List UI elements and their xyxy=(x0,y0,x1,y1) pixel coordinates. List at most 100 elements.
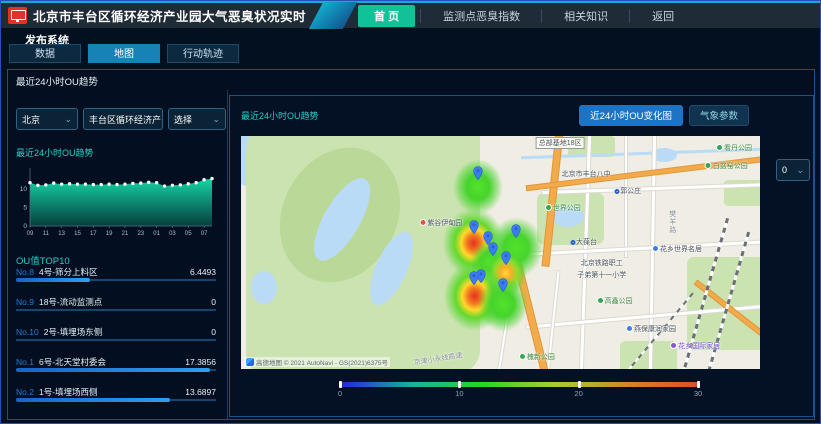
chevron-down-icon: ⌄ xyxy=(64,114,72,125)
map-attribution-text: 高德地图 © 2021 AutoNavi - GS(2021)6375号 xyxy=(256,357,388,367)
map-pin-icon[interactable] xyxy=(473,166,483,180)
chevron-down-icon: ⌄ xyxy=(796,165,804,176)
map-pin-icon[interactable] xyxy=(501,251,511,265)
row-rank: No.1 xyxy=(16,357,34,367)
legend-mark xyxy=(458,381,461,388)
chevron-down-icon: ⌄ xyxy=(212,114,220,125)
map-button-1[interactable]: 近24小时OU变化图 xyxy=(579,105,683,126)
ou-top-list: No.84号-筛分上料区6.4493No.918号-流动监测点0No.102号-… xyxy=(16,266,216,416)
row-name: 1号-填埋场西侧 xyxy=(39,386,185,398)
row-bar-fill xyxy=(16,278,90,282)
legend-mark xyxy=(578,381,581,388)
metro-icon xyxy=(614,189,619,194)
nav-accent-shape xyxy=(309,2,357,29)
app-logo-icon xyxy=(8,7,27,24)
poi-purple-icon xyxy=(670,342,677,349)
map-pin-icon[interactable] xyxy=(469,220,479,234)
filter-select-3[interactable]: 选择⌄ xyxy=(168,108,226,130)
poi-blue-icon xyxy=(626,325,633,332)
nav-item-3[interactable]: 相关知识 xyxy=(548,5,624,27)
filter-select-2[interactable]: 丰台区循环经济产⌄ xyxy=(83,108,163,130)
nav-item-4[interactable]: 返回 xyxy=(636,5,690,27)
map-canvas[interactable]: 总部基地18区看丹公园白盆窑公园北京市丰台八中郭公庄世界公园紫谷伊甸园大葆台北京… xyxy=(241,136,760,369)
map-button-2[interactable]: 气象参数 xyxy=(689,105,749,126)
svg-text:23: 23 xyxy=(137,231,144,237)
svg-text:01: 01 xyxy=(153,231,160,237)
svg-text:15: 15 xyxy=(74,231,81,237)
legend-mark xyxy=(339,381,342,388)
tab-3[interactable]: 行动轨迹 xyxy=(167,44,239,63)
map-panel: 最近24小时OU趋势 近24小时OU变化图气象参数 xyxy=(229,95,814,417)
map-label: 北京市丰台八中 xyxy=(562,169,611,179)
row-rank: No.8 xyxy=(16,267,34,277)
map-street xyxy=(625,136,627,257)
legend-tick-label: 20 xyxy=(574,389,582,398)
map-label: 紫谷伊甸园 xyxy=(419,218,462,228)
trend-area-chart: 0510091113151719212301030507 xyxy=(12,158,218,247)
row-bar-track xyxy=(16,339,216,341)
hour-select-box[interactable]: 0⌄ xyxy=(776,159,810,181)
map-label: 花乡国际家居 xyxy=(670,341,720,351)
map-label: 子弟第十一小学 xyxy=(577,270,626,280)
map-label: 北京铁路职工 xyxy=(581,258,623,268)
row-value: 13.6897 xyxy=(185,387,216,397)
row-rank: No.10 xyxy=(16,327,39,337)
svg-text:11: 11 xyxy=(43,231,50,237)
map-label: 白盆窑公园 xyxy=(705,161,748,171)
map-label: 看丹公园 xyxy=(716,143,752,153)
map-label: 高鑫公园 xyxy=(597,296,633,306)
map-label: 世界公园 xyxy=(545,203,581,213)
map-label: 槐新公园 xyxy=(519,352,555,362)
row-value: 0 xyxy=(211,297,216,307)
legend-tick-label: 10 xyxy=(455,389,463,398)
row-bar-track xyxy=(16,369,216,371)
row-rank: No.2 xyxy=(16,387,34,397)
main-nav: 首 页监测点恶臭指数相关知识返回 xyxy=(352,3,696,28)
svg-text:17: 17 xyxy=(90,231,97,237)
ou-top-list-title: OU值TOP10 xyxy=(16,253,70,267)
tab-2[interactable]: 地图 xyxy=(88,44,160,63)
map-pond xyxy=(251,271,277,304)
nav-item-2[interactable]: 监测点恶臭指数 xyxy=(427,5,536,27)
park-icon xyxy=(597,297,604,304)
svg-text:13: 13 xyxy=(58,231,65,237)
map-label: 郭公庄 xyxy=(614,186,641,196)
map-panel-title: 最近24小时OU趋势 xyxy=(241,109,579,122)
svg-text:07: 07 xyxy=(201,231,208,237)
svg-text:10: 10 xyxy=(20,186,28,193)
top-bar: 北京市丰台区循环经济产业园大气恶臭状况实时 首 页监测点恶臭指数相关知识返回 xyxy=(1,1,820,28)
nav-item-1[interactable]: 首 页 xyxy=(358,5,415,27)
scenic-icon xyxy=(419,219,426,226)
row-name: 2号-填埋场东侧 xyxy=(44,326,212,338)
legend-tick-label: 0 xyxy=(338,389,342,398)
map-pin-icon[interactable] xyxy=(511,224,521,238)
legend-mark xyxy=(697,381,700,388)
map-attribution: 高德地图 © 2021 AutoNavi - GS(2021)6375号 xyxy=(244,357,390,367)
map-pin-icon[interactable] xyxy=(498,278,508,292)
park-icon xyxy=(545,204,552,211)
row-bar-track xyxy=(16,309,216,311)
row-bar-fill xyxy=(16,398,170,402)
top-list-row: No.16号-北天堂村委会17.3856 xyxy=(16,356,216,386)
map-pin-icon[interactable] xyxy=(469,271,479,285)
hour-select[interactable]: 0⌄ xyxy=(776,159,810,181)
ou-color-legend: 0102030 xyxy=(340,382,698,399)
filter-select-1[interactable]: 北京⌄ xyxy=(16,108,78,130)
filter-selects: 北京⌄丰台区循环经济产⌄选择⌄ xyxy=(16,108,226,130)
poi-blue-icon xyxy=(652,245,659,252)
top-list-row: No.2 1号-填埋场西侧13.6897 xyxy=(16,386,216,416)
left-column: 北京⌄丰台区循环经济产⌄选择⌄ 最近24小时OU趋势 0510091113151… xyxy=(8,90,228,419)
row-bar-track xyxy=(16,399,216,401)
map-pin-icon[interactable] xyxy=(488,242,498,256)
park-icon xyxy=(705,162,712,169)
svg-text:5: 5 xyxy=(23,205,27,212)
svg-text:19: 19 xyxy=(106,231,113,237)
row-name: 18号-流动监测点 xyxy=(39,296,211,308)
park-icon xyxy=(716,144,723,151)
tab-1[interactable]: 数据 xyxy=(9,44,81,63)
map-buttons: 近24小时OU变化图气象参数 xyxy=(579,105,755,126)
park-icon xyxy=(519,353,526,360)
map-label: 樊羊路 xyxy=(667,210,677,234)
row-bar-track xyxy=(16,279,216,281)
row-value: 6.4493 xyxy=(190,267,216,277)
